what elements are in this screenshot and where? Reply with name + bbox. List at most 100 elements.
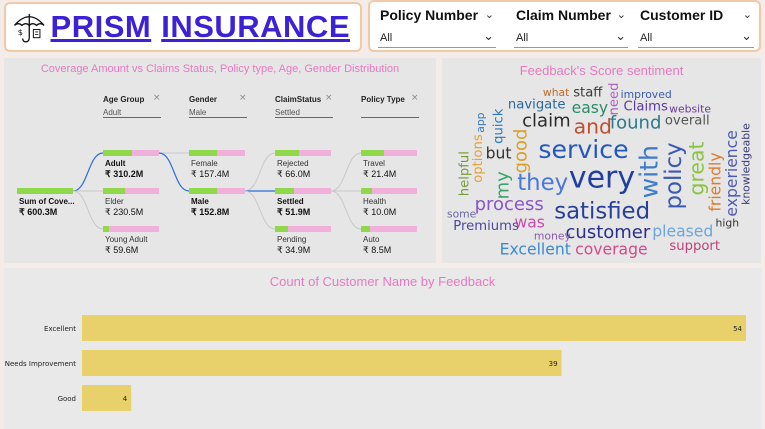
wordcloud: very withservicesatisfiedpolicytheyandgre… [447,83,753,259]
tree-node-0-0-bar[interactable] [103,150,159,156]
close-icon[interactable]: × [411,93,419,103]
bar-excellent[interactable] [82,315,746,341]
slicer-title: Claim Number [516,7,611,23]
tree-node-0-1-label: Elder [105,197,124,206]
wordcloud-word[interactable]: friendly [707,152,725,211]
tree-node-1-1-bar[interactable] [189,188,245,194]
bar-value-label: 4 [123,395,128,403]
brand-word-insurance[interactable]: INSURANCE [161,9,350,45]
tree-node-3-1-bar[interactable] [361,188,417,194]
tree-node-2-1-bar-fill [275,188,295,194]
wordcloud-word[interactable]: Premiums [453,219,519,234]
slicer-value: All [640,32,653,44]
tree-connector [244,190,276,230]
tree-node-3-2-bar-fill [361,226,371,232]
tree-node-0-2-bar[interactable] [103,226,159,232]
tree-node-3-2-bar-remainder [370,226,417,232]
tree-node-1-0-bar-fill [189,150,218,156]
close-icon[interactable]: × [239,93,247,103]
tree-node-2-0-bar[interactable] [275,150,331,156]
tree-node-0-1-bar[interactable] [103,188,159,194]
tree-node-3-0-bar-remainder [384,150,417,156]
slicer-title: Customer ID [640,7,724,23]
bar-needs-improvement[interactable] [82,350,562,376]
wordcloud-word[interactable]: coverage [575,241,647,259]
tree-node-0-0-bar-remainder [131,150,159,156]
bar-category-label: Good [58,395,76,403]
column-selection-0: Adult [103,108,122,117]
slicer-value: All [380,32,393,44]
brand-header: $ PRISM INSURANCE [4,2,362,52]
wordcloud-word[interactable]: my [493,171,514,200]
chevron-down-icon[interactable]: ⌄ [483,29,494,44]
wordcloud-word[interactable]: good [510,129,531,174]
policy-number-dropdown[interactable]: All ⌄ [378,28,496,48]
wordcloud-word[interactable]: experience [723,130,741,216]
wordcloud-word[interactable]: knowledgeable [740,123,753,205]
tree-connector [158,152,190,192]
tree-node-2-0-label: Rejected [277,159,309,168]
customer-id-slicer[interactable]: Customer ID ⌄ All ⌄ [632,4,758,50]
wordcloud-word[interactable]: staff [573,86,603,101]
wordcloud-word[interactable]: satisfied [554,198,650,224]
tree-node-3-2-value: ₹ 8.5M [363,245,392,255]
tree-node-2-1-bar-remainder [294,188,331,194]
wordcloud-word[interactable]: quick [491,108,506,144]
wordcloud-word[interactable]: overall [665,114,710,129]
wordcloud-word[interactable]: need [607,83,622,116]
wordcloud-word[interactable]: pleased [652,223,713,241]
wordcloud-word[interactable]: some [447,208,477,221]
column-header-1: Gender [189,95,218,104]
wordcloud-word[interactable]: support [669,239,720,254]
claim-number-dropdown[interactable]: All ⌄ [514,28,628,48]
tree-node-2-2-bar[interactable] [275,226,331,232]
wordcloud-word[interactable]: Excellent [500,240,571,258]
close-icon[interactable]: × [325,93,333,103]
wordcloud-word[interactable]: but [486,145,512,163]
wordcloud-word[interactable]: navigate [508,98,566,113]
chevron-down-icon[interactable]: ⌄ [615,29,626,44]
tree-connector [330,152,362,192]
wordcloud-word[interactable]: high [716,216,740,229]
bar-value-label: 39 [549,360,558,368]
wordcloud-word[interactable]: money [534,229,572,242]
wordcloud-word[interactable]: options [471,134,486,183]
chevron-down-icon[interactable]: ⌄ [743,8,752,21]
feedback-bar-chart: Excellent 54 Needs Improvement 39 Good 4 [5,315,746,411]
policy-number-slicer[interactable]: Policy Number ⌄ All ⌄ [372,4,500,50]
close-icon[interactable]: × [153,93,161,103]
wordcloud-word[interactable]: easy [572,99,609,117]
wordcloud-word[interactable]: what [543,86,570,99]
wordcloud-word[interactable]: improved [621,88,672,101]
wordcloud-word[interactable]: claim [522,110,570,131]
bar-category-label: Needs Improvement [5,360,77,368]
wordcloud-word[interactable]: website [669,102,711,115]
bar-value-label: 54 [733,325,742,333]
wordcloud-word[interactable]: and [574,114,612,138]
tree-root-bar[interactable] [17,188,73,194]
tree-node-2-0-bar-remainder [299,150,331,156]
tree-node-0-2-value: ₹ 59.6M [105,245,139,255]
chevron-down-icon[interactable]: ⌄ [485,8,494,21]
tree-node-1-0-bar[interactable] [189,150,245,156]
column-header-2: ClaimStatus [275,95,322,104]
brand-word-prism[interactable]: PRISM [51,9,152,45]
feedback-bar-chart-panel: Count of Customer Name by Feedback Excel… [4,268,761,429]
wordcloud-word[interactable]: helpful [457,151,472,196]
tree-node-3-2-bar[interactable] [361,226,417,232]
wordcloud-word[interactable]: Claims [623,100,667,115]
claim-number-slicer[interactable]: Claim Number ⌄ All ⌄ [508,4,632,50]
wordcloud-word[interactable]: app [474,112,487,132]
tree-node-2-0-bar-fill [275,150,300,156]
chevron-down-icon[interactable]: ⌄ [617,8,626,21]
wordcloud-word[interactable]: policy [661,142,687,209]
wordcloud-word[interactable]: very [569,161,635,196]
tree-node-2-1-bar[interactable] [275,188,331,194]
wordcloud-word[interactable]: service [538,135,628,164]
tree-node-3-0-bar[interactable] [361,150,417,156]
wordcloud-word[interactable]: great [685,142,709,196]
chevron-down-icon[interactable]: ⌄ [741,29,752,44]
wordcloud-word[interactable]: with [634,145,663,198]
tree-node-0-0-bar-fill [103,150,132,156]
customer-id-dropdown[interactable]: All ⌄ [638,28,754,48]
